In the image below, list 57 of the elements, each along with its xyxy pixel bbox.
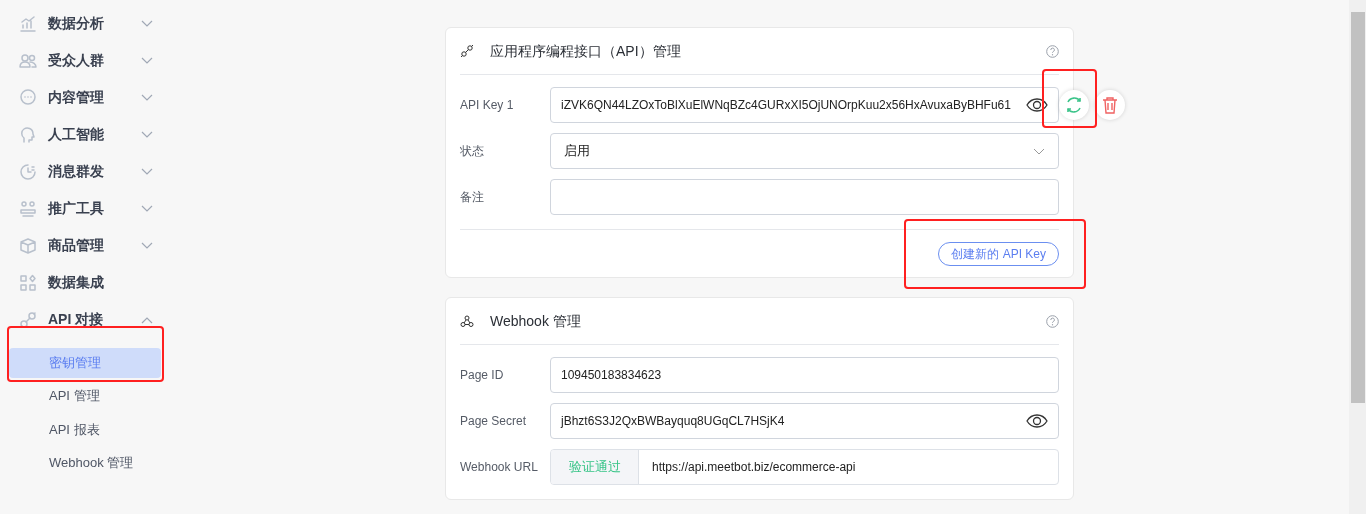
- card-title: 应用程序编程接口（API）管理: [490, 41, 682, 61]
- select-field[interactable]: 启用: [550, 133, 1059, 169]
- eye-icon[interactable]: [1026, 414, 1048, 428]
- eye-icon[interactable]: [1026, 98, 1048, 112]
- chevron-down-icon[interactable]: [141, 130, 153, 139]
- chevron-down-icon[interactable]: [141, 204, 153, 213]
- submenu-item[interactable]: Webhook 管理: [9, 448, 161, 478]
- url-field[interactable]: 验证通过 https://api.meetbot.biz/ecommerce-api: [550, 449, 1059, 485]
- scrollbar-thumb[interactable]: [1351, 12, 1365, 403]
- podium-icon: [18, 198, 38, 219]
- help-icon[interactable]: [1046, 44, 1059, 58]
- chevron-up-icon[interactable]: [141, 315, 153, 324]
- delete-button[interactable]: [1095, 90, 1125, 120]
- box-icon: [18, 235, 38, 256]
- refresh-button[interactable]: [1059, 90, 1089, 120]
- chevron-down-icon[interactable]: [141, 241, 153, 250]
- menu-item[interactable]: 推广工具: [48, 198, 141, 219]
- menu-item[interactable]: API 对接: [48, 309, 141, 330]
- input-field[interactable]: 109450183834623: [550, 357, 1059, 393]
- scrollbar[interactable]: [1349, 0, 1366, 514]
- chevron-down-icon[interactable]: [141, 56, 153, 65]
- input-field[interactable]: [550, 179, 1059, 215]
- field-label: API Key 1: [460, 97, 515, 114]
- field-label: Page ID: [460, 367, 505, 384]
- menu-item[interactable]: 人工智能: [48, 124, 141, 145]
- secret-field[interactable]: jBhzt6S3J2QxBWBayquq8UGqCL7HSjK4: [550, 403, 1059, 439]
- field-label: 状态: [460, 143, 485, 160]
- card-title: Webhook 管理: [490, 311, 582, 331]
- help-icon[interactable]: [1046, 314, 1059, 328]
- trash-icon: [1102, 96, 1118, 114]
- head-icon: [18, 124, 38, 145]
- field-label: Webhook URL: [460, 459, 539, 476]
- create-api-key-button[interactable]: 创建新的 API Key: [938, 241, 1059, 266]
- chevron-down-icon: [1033, 147, 1045, 155]
- chevron-down-icon[interactable]: [141, 93, 153, 102]
- highlight-frame: [1042, 69, 1097, 128]
- chat-bubble-icon: [18, 87, 38, 108]
- field-label: 备注: [460, 189, 485, 206]
- webhook-icon: [460, 314, 474, 328]
- menu-item[interactable]: 商品管理: [48, 235, 141, 256]
- field-label: Page Secret: [460, 413, 528, 430]
- verified-status: 验证通过: [551, 450, 639, 484]
- submenu-item[interactable]: API 报表: [9, 414, 161, 445]
- menu-item[interactable]: 内容管理: [48, 87, 141, 108]
- clock-icon: [18, 161, 38, 182]
- secret-field[interactable]: iZVK6QN44LZOxToBlXuElWNqBZc4GURxXI5OjUNOrpKuu2x56HxAvuxaByBHFu61: [550, 87, 1059, 123]
- chart-icon: [18, 13, 38, 34]
- menu-item[interactable]: 受众人群: [48, 50, 141, 71]
- menu-item[interactable]: 数据分析: [48, 13, 141, 34]
- chevron-down-icon[interactable]: [141, 167, 153, 176]
- menu-item[interactable]: 消息群发: [48, 161, 141, 182]
- chevron-down-icon[interactable]: [141, 19, 153, 28]
- plug-icon: [460, 44, 474, 58]
- submenu-item[interactable]: API 管理: [9, 381, 161, 411]
- grid-icon: [18, 272, 38, 293]
- refresh-icon: [1064, 95, 1084, 115]
- menu-item[interactable]: 数据集成: [48, 272, 153, 293]
